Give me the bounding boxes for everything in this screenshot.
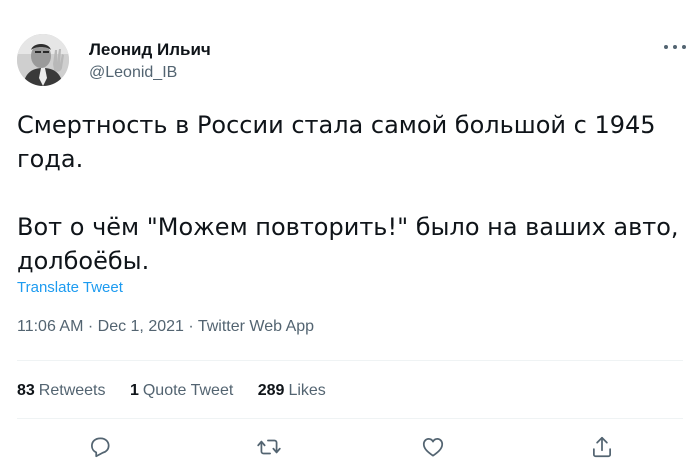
divider: [17, 360, 683, 361]
action-bar: [0, 432, 700, 462]
divider: [17, 418, 683, 419]
likes-label: Likes: [288, 382, 326, 399]
display-name[interactable]: Леонид Ильич: [89, 40, 211, 60]
retweet-button[interactable]: [256, 434, 282, 460]
quote-tweets-stat[interactable]: 1 Quote Tweet: [130, 382, 233, 400]
quote-tweets-label: Quote Tweet: [142, 382, 234, 399]
retweets-label: Retweets: [38, 382, 106, 399]
translate-link[interactable]: Translate Tweet: [17, 279, 123, 296]
more-dot: [664, 45, 668, 49]
avatar-photo: [17, 34, 69, 86]
avatar[interactable]: [17, 34, 69, 86]
like-button[interactable]: [420, 434, 446, 460]
retweets-stat[interactable]: 83 Retweets: [17, 382, 106, 400]
reply-icon: [91, 437, 110, 458]
share-button[interactable]: [589, 434, 615, 460]
more-dot: [682, 45, 686, 49]
retweets-count: 83: [17, 382, 35, 399]
quote-tweets-count: 1: [129, 382, 139, 399]
share-icon: [593, 436, 611, 458]
more-dot: [673, 45, 677, 49]
tweet-text-paragraph: Смертность в России стала самой большой …: [17, 111, 656, 173]
tweet-text-paragraph: Вот о чём "Можем повторить!" было на ваш…: [17, 213, 679, 275]
more-icon[interactable]: [664, 42, 686, 52]
user-handle[interactable]: @Leonid_IB: [89, 63, 211, 83]
tweet-text: Смертность в России стала самой большой …: [17, 108, 687, 278]
reply-button[interactable]: [87, 434, 113, 460]
likes-count: 289: [257, 382, 285, 399]
author-block: Леонид Ильич @Leonid_IB: [89, 40, 211, 83]
heart-icon: [422, 438, 444, 457]
tweet-card: Леонид Ильич @Leonid_IB Смертность в Рос…: [0, 0, 700, 468]
tweet-timestamp[interactable]: 11:06 AM · Dec 1, 2021 · Twitter Web App: [17, 318, 314, 336]
likes-stat[interactable]: 289 Likes: [258, 382, 326, 400]
retweet-icon: [257, 439, 281, 455]
engagement-stats: 83 Retweets 1 Quote Tweet 289 Likes: [17, 382, 346, 400]
